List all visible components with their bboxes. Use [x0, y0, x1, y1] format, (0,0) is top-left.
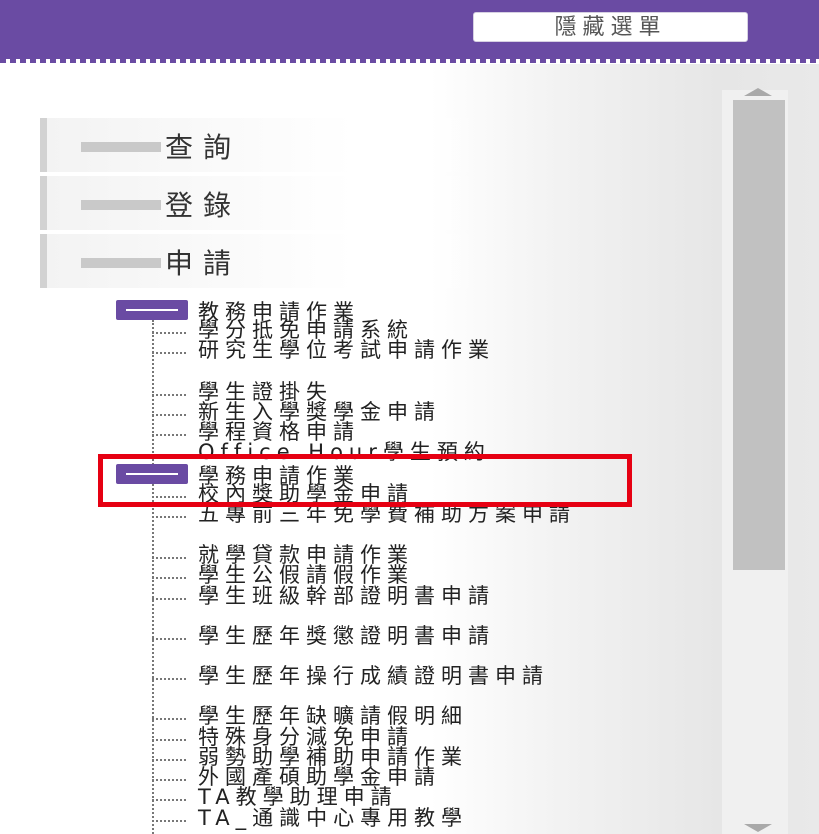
scrollbar-thumb[interactable]: [733, 100, 785, 570]
scroll-up-icon[interactable]: [744, 88, 772, 96]
collapse-icon[interactable]: [116, 300, 188, 320]
highlight-box: [98, 454, 632, 507]
scroll-down-icon[interactable]: [744, 824, 772, 832]
tree-connector: [152, 320, 154, 465]
application-tree: 教務申請作業 學分抵免申請系統 研究生學位考試申請作業 學生證掛失 新生入學獎學…: [0, 0, 819, 834]
tree-connector: [152, 484, 154, 834]
